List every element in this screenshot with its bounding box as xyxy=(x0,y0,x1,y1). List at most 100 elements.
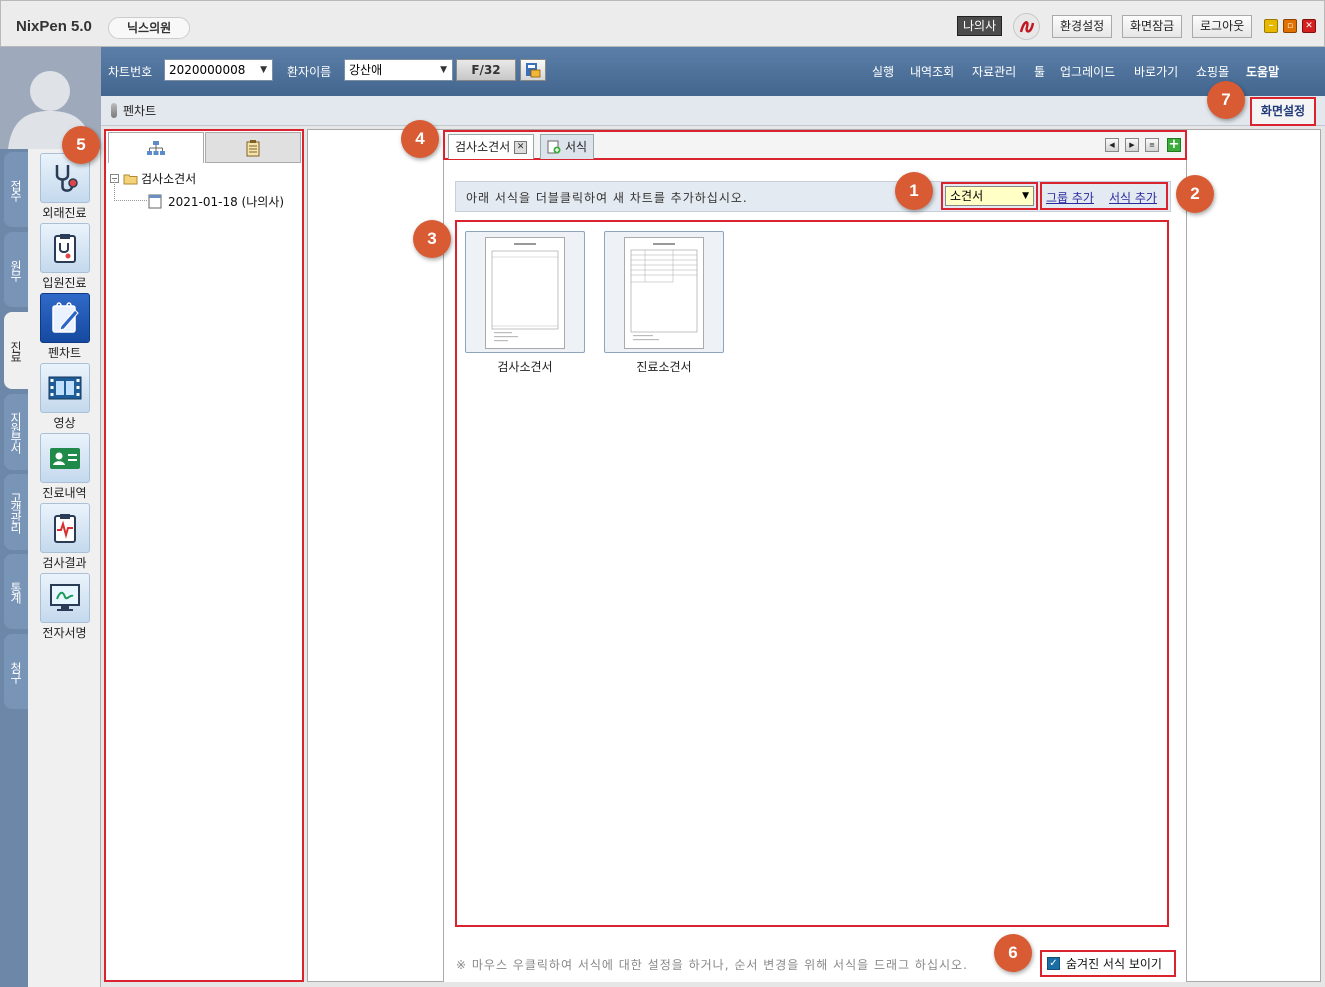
callout-marker: 7 xyxy=(1207,81,1245,119)
callout-marker: 3 xyxy=(413,220,451,258)
patient-name-select[interactable]: 강산애 ▼ xyxy=(344,59,453,81)
user-name-badge[interactable]: 나의사 xyxy=(957,16,1003,36)
category-select-value: 소견서 xyxy=(950,189,984,203)
menu-upgrade[interactable]: 업그레이드 xyxy=(1060,63,1115,80)
module-label: 진료내역 xyxy=(42,486,87,500)
tab-exam-report[interactable]: 검사소견서 ✕ xyxy=(448,134,535,159)
screen-lock-button[interactable]: 화면잠금 xyxy=(1122,15,1183,38)
instruction-text: 아래 서식을 더블클릭하여 새 차트를 추가하십시오. xyxy=(466,191,748,205)
chart-tree-panel xyxy=(104,129,304,982)
vtab-support[interactable]: 지원부서 xyxy=(4,394,28,470)
maximize-icon[interactable]: ▫ xyxy=(1283,19,1297,33)
patient-name-value: 강산애 xyxy=(349,63,383,77)
menu-history-query[interactable]: 내역조회 xyxy=(910,63,954,80)
clipboard-pulse-icon xyxy=(39,503,90,553)
minimize-icon[interactable]: – xyxy=(1264,19,1278,33)
add-tab-icon[interactable]: + xyxy=(1167,138,1181,152)
module-label: 검사결과 xyxy=(42,556,87,570)
add-form-link[interactable]: 서식 추가 xyxy=(1109,189,1157,206)
module-imaging[interactable]: 영상 xyxy=(28,363,101,431)
chart-number-select[interactable]: 2020000008 ▼ xyxy=(164,59,273,81)
callout-marker: 2 xyxy=(1176,175,1214,213)
menu-shopping-mall[interactable]: 쇼핑몰 xyxy=(1196,63,1229,80)
add-form-icon xyxy=(547,140,561,154)
clipboard-stethoscope-icon xyxy=(39,223,90,273)
checkbox-checked-icon[interactable]: ✓ xyxy=(1047,957,1060,970)
form-thumbnail-label: 진료소견서 xyxy=(636,360,692,374)
breadcrumb: 펜차트 xyxy=(101,96,1325,126)
page-title: 펜차트 xyxy=(123,104,157,118)
settings-button[interactable]: 환경설정 xyxy=(1052,15,1113,38)
module-label: 영상 xyxy=(53,416,76,430)
menu-help[interactable]: 도움말 xyxy=(1246,63,1279,80)
tab-label: 검사소견서 xyxy=(455,140,511,154)
module-test-results[interactable]: 검사결과 xyxy=(28,503,101,571)
tree-entry-label: 2021-01-18 (나의사) xyxy=(168,195,285,209)
pen-tablet-icon xyxy=(39,293,90,343)
menu-shortcuts[interactable]: 바로가기 xyxy=(1134,63,1178,80)
film-icon xyxy=(39,363,90,413)
menu-data-management[interactable]: 자료관리 xyxy=(972,63,1016,80)
module-label: 펜차트 xyxy=(47,346,82,360)
callout-marker: 6 xyxy=(994,934,1032,972)
tab-forms[interactable]: 서식 xyxy=(540,134,595,159)
vtab-reception[interactable]: 접수 xyxy=(4,152,28,227)
id-card-icon xyxy=(39,433,90,483)
module-label: 전자서명 xyxy=(42,626,87,640)
calculator-icon[interactable] xyxy=(520,59,546,81)
form-preview-page xyxy=(624,237,704,349)
tree-tab-strip xyxy=(108,132,302,163)
form-thumbnail-label: 검사소견서 xyxy=(497,360,553,374)
chart-number-label: 차트번호 xyxy=(108,65,153,79)
vtab-customer[interactable]: 고객관리 xyxy=(4,474,28,550)
tab-list-view[interactable] xyxy=(205,132,301,163)
form-thumbnail[interactable] xyxy=(604,231,724,353)
module-e-signature[interactable]: 전자서명 xyxy=(28,573,101,641)
form-thumbnail[interactable] xyxy=(465,231,585,353)
monitor-signature-icon xyxy=(39,573,90,623)
screen-setting-button[interactable]: 화면설정 xyxy=(1250,97,1316,126)
module-outpatient[interactable]: 외래진료 xyxy=(28,153,101,221)
vtab-statistics[interactable]: 통계 xyxy=(4,554,28,629)
module-label: 입원진료 xyxy=(42,276,87,290)
patient-name-label: 환자이름 xyxy=(287,65,332,79)
clipboard-list-icon xyxy=(246,139,260,156)
scroll-left-icon[interactable]: ◀ xyxy=(1105,138,1119,152)
menu-run[interactable]: 실행 xyxy=(872,63,894,80)
callout-marker: 5 xyxy=(62,126,100,164)
tree-connector-lines xyxy=(114,180,148,201)
add-group-link[interactable]: 그룹 추가 xyxy=(1046,189,1094,206)
clinic-name: 닉스의원 xyxy=(108,17,191,39)
chart-number-value: 2020000008 xyxy=(169,63,246,77)
tree-entry-node[interactable]: 2021-01-18 (나의사) xyxy=(148,193,284,210)
menu-tools[interactable]: 툴 xyxy=(1034,63,1045,80)
scroll-right-icon[interactable]: ▶ xyxy=(1125,138,1139,152)
org-chart-icon xyxy=(147,141,165,155)
callout-marker: 4 xyxy=(401,120,439,158)
tab-list-icon[interactable]: ≡ xyxy=(1145,138,1159,152)
close-tab-icon[interactable]: ✕ xyxy=(514,140,528,154)
document-icon xyxy=(148,194,162,209)
close-icon[interactable]: ✕ xyxy=(1302,19,1316,33)
logo-icon[interactable] xyxy=(1013,13,1040,40)
vtab-admin[interactable]: 원무 xyxy=(4,232,28,307)
module-penchart[interactable]: 펜차트 xyxy=(28,293,101,361)
tab-tree-view[interactable] xyxy=(108,132,204,163)
module-label: 외래진료 xyxy=(42,206,87,220)
logout-button[interactable]: 로그아웃 xyxy=(1192,15,1253,38)
vtab-billing[interactable]: 청구 xyxy=(4,634,28,709)
tab-label: 서식 xyxy=(565,140,588,154)
capsule-icon xyxy=(111,103,117,118)
app-name: NixPen 5.0 xyxy=(16,18,92,35)
family-count-button[interactable]: F/32 xyxy=(456,59,516,81)
show-hidden-forms-toggle[interactable]: ✓ 숨겨진 서식 보이기 xyxy=(1040,950,1176,977)
help-note: ※ 마우스 우클릭하여 서식에 대한 설정을 하거나, 순서 변경을 위해 서식… xyxy=(456,958,968,972)
vtab-treatment[interactable]: 진료 xyxy=(4,312,28,389)
show-hidden-label: 숨겨진 서식 보이기 xyxy=(1066,957,1162,971)
form-preview-page xyxy=(485,237,565,349)
chevron-down-icon: ▼ xyxy=(440,65,447,75)
module-inpatient[interactable]: 입원진료 xyxy=(28,223,101,291)
module-history[interactable]: 진료내역 xyxy=(28,433,101,501)
category-select[interactable]: 소견서 ▼ xyxy=(945,186,1034,206)
chevron-down-icon: ▼ xyxy=(260,65,267,75)
